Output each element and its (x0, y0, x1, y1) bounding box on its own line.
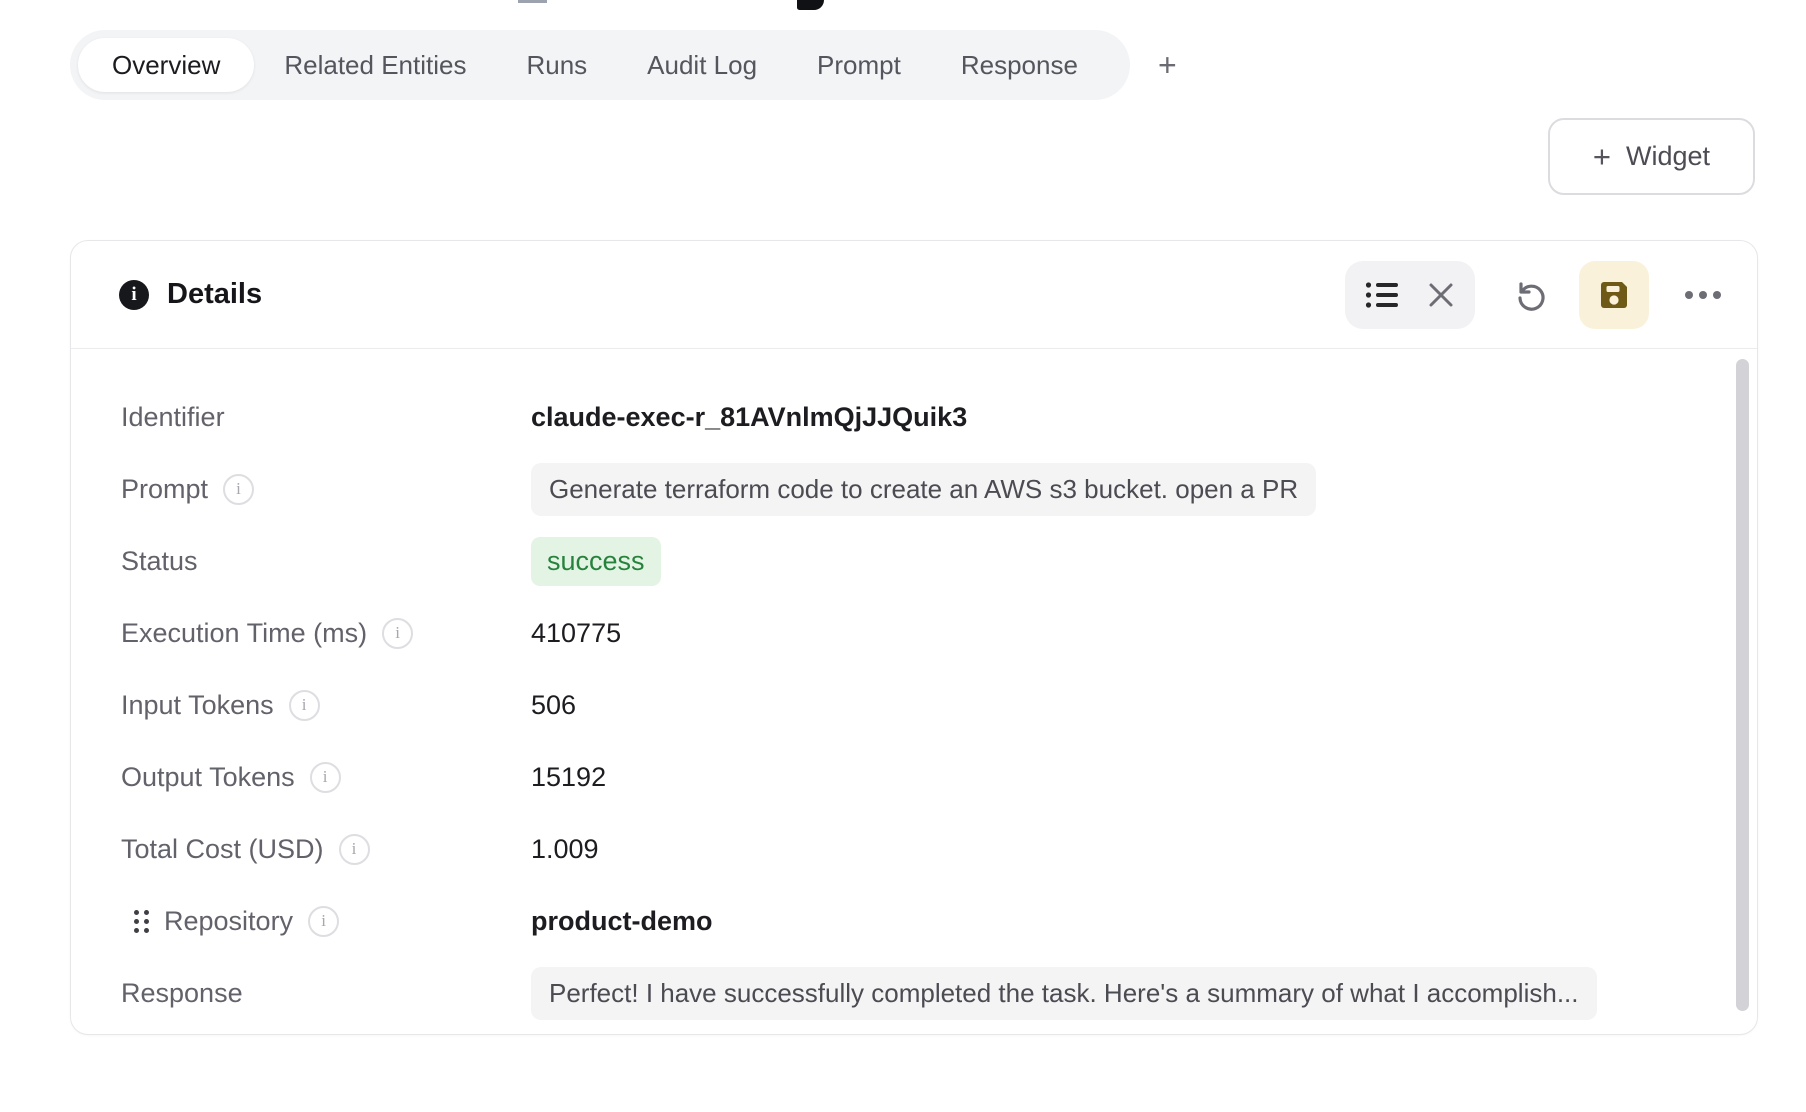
field-value: product-demo (531, 906, 713, 937)
field-value: 15192 (531, 762, 606, 793)
field-value: Generate terraform code to create an AWS… (531, 463, 1316, 516)
info-filled-icon: i (119, 280, 149, 310)
tab-response[interactable]: Response (931, 38, 1108, 92)
field-label-cell: Input Tokens i (121, 690, 531, 721)
field-label-cell: Total Cost (USD) i (121, 834, 531, 865)
tab-overview[interactable]: Overview (78, 38, 254, 92)
tab-label: Runs (526, 50, 587, 81)
field-row-repository: Repository i product-demo (121, 885, 1757, 957)
field-row-response: Response Perfect! I have successfully co… (121, 957, 1757, 1029)
close-icon[interactable] (1427, 281, 1455, 309)
field-label: Input Tokens (121, 690, 274, 721)
tab-runs[interactable]: Runs (496, 38, 617, 92)
field-row-output-tokens: Output Tokens i 15192 (121, 741, 1757, 813)
plus-icon: + (1593, 141, 1611, 172)
tab-bar-row: Overview Related Entities Runs Audit Log… (70, 30, 1177, 100)
cutoff-title-underline (518, 0, 547, 3)
info-icon[interactable]: i (339, 834, 370, 865)
tab-audit-log[interactable]: Audit Log (617, 38, 787, 92)
field-row-execution-time-ms-: Execution Time (ms) i 410775 (121, 597, 1757, 669)
drag-handle-icon[interactable] (134, 910, 149, 933)
tab-label: Related Entities (284, 50, 466, 81)
field-label: Execution Time (ms) (121, 618, 367, 649)
save-icon[interactable] (1579, 261, 1649, 329)
field-value: 506 (531, 690, 576, 721)
field-label: Response (121, 978, 243, 1009)
field-row-identifier: Identifier claude-exec-r_81AVnlmQjJJQuik… (121, 381, 1757, 453)
field-value: success (531, 537, 661, 586)
field-row-input-tokens: Input Tokens i 506 (121, 669, 1757, 741)
details-fields: Identifier claude-exec-r_81AVnlmQjJJQuik… (71, 349, 1757, 1029)
tab-bar: Overview Related Entities Runs Audit Log… (70, 30, 1130, 100)
card-title: Details (167, 278, 262, 311)
info-icon[interactable]: i (223, 474, 254, 505)
tab-label: Prompt (817, 50, 901, 81)
field-row-total-cost-usd-: Total Cost (USD) i 1.009 (121, 813, 1757, 885)
field-label: Prompt (121, 474, 208, 505)
field-value: 410775 (531, 618, 621, 649)
field-value: 1.009 (531, 834, 599, 865)
add-tab-button[interactable]: + (1158, 49, 1177, 81)
widget-button-label: Widget (1626, 141, 1710, 172)
scrollbar-thumb[interactable] (1736, 359, 1749, 1011)
info-icon[interactable]: i (382, 618, 413, 649)
card-toolbar (1345, 261, 1729, 329)
tab-label: Overview (112, 50, 220, 81)
field-label-cell: Output Tokens i (121, 762, 531, 793)
field-label-cell: Response (121, 978, 531, 1009)
field-label-cell: Execution Time (ms) i (121, 618, 531, 649)
details-card: i Details (70, 240, 1758, 1035)
field-label-cell: Prompt i (121, 474, 531, 505)
field-label: Identifier (121, 402, 225, 433)
add-widget-button[interactable]: + Widget (1548, 118, 1755, 195)
info-icon[interactable]: i (310, 762, 341, 793)
undo-icon[interactable] (1513, 277, 1549, 313)
more-icon[interactable] (1677, 290, 1729, 300)
field-label: Total Cost (USD) (121, 834, 324, 865)
tab-label: Response (961, 50, 1078, 81)
tab-related-entities[interactable]: Related Entities (254, 38, 496, 92)
info-icon[interactable]: i (308, 906, 339, 937)
list-icon[interactable] (1365, 280, 1399, 310)
field-label-cell: Repository i (121, 906, 531, 937)
field-value: claude-exec-r_81AVnlmQjJJQuik3 (531, 402, 967, 433)
list-close-group (1345, 261, 1475, 329)
cutoff-title-glyph (797, 0, 824, 10)
field-row-prompt: Prompt i Generate terraform code to crea… (121, 453, 1757, 525)
field-label: Repository (164, 906, 293, 937)
field-label: Status (121, 546, 198, 577)
field-value: Perfect! I have successfully completed t… (531, 967, 1597, 1020)
tab-prompt[interactable]: Prompt (787, 38, 931, 92)
field-label: Output Tokens (121, 762, 295, 793)
field-label-cell: Status (121, 546, 531, 577)
field-label-cell: Identifier (121, 402, 531, 433)
details-card-header: i Details (71, 241, 1757, 349)
tab-label: Audit Log (647, 50, 757, 81)
field-row-status: Status success (121, 525, 1757, 597)
info-icon[interactable]: i (289, 690, 320, 721)
